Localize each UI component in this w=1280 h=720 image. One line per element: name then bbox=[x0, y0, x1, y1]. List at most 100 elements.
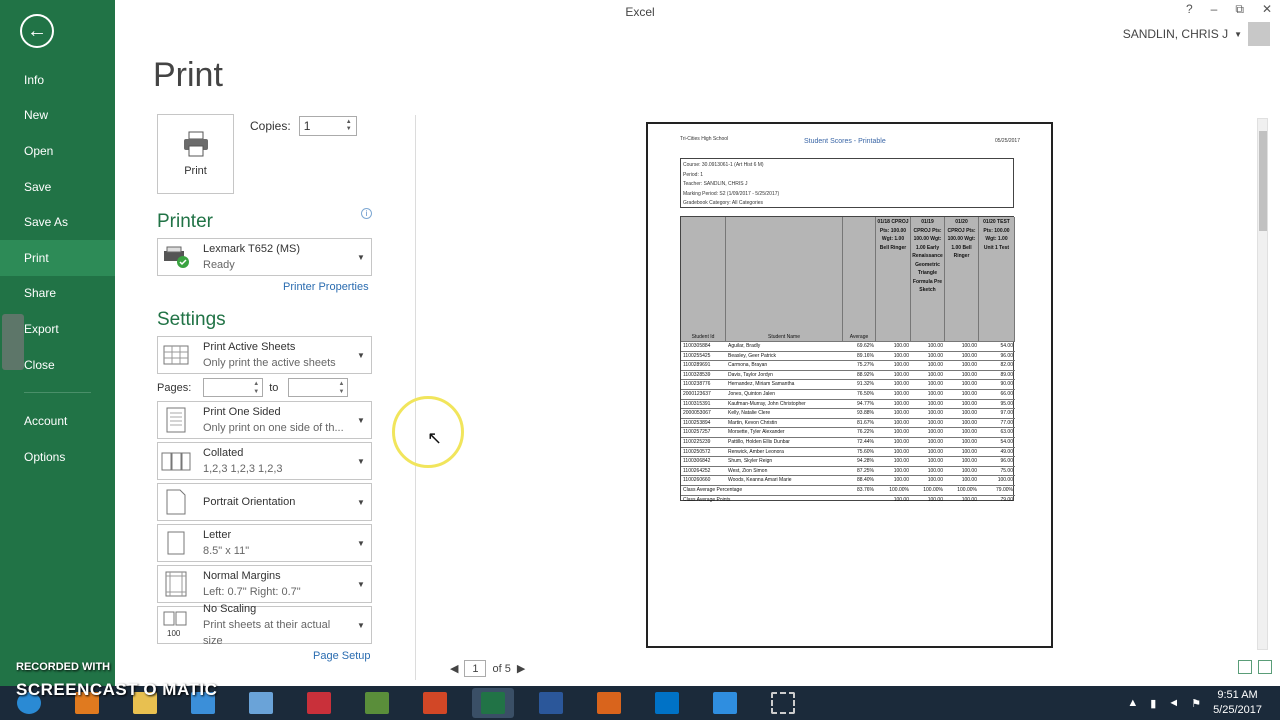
sidebar-item-print[interactable]: Print bbox=[0, 239, 115, 276]
taskbar-clock[interactable]: 9:51 AM 5/25/2017 bbox=[1213, 688, 1262, 718]
printer-select[interactable]: Lexmark T652 (MS) Ready ▼ bbox=[157, 238, 372, 276]
sidebar-item-save[interactable]: Save bbox=[0, 169, 115, 205]
preview-scrollbar[interactable] bbox=[1257, 118, 1268, 650]
table-row: Class Average Points 100.00 100.00 100.00 79… bbox=[681, 494, 1015, 505]
clock-time: 9:51 AM bbox=[1217, 689, 1258, 701]
table-cell: 100.00 bbox=[961, 496, 977, 503]
sides-select[interactable]: Print One Sided Only print on one side of… bbox=[157, 401, 372, 439]
table-cell: Martin, Kevon Christin bbox=[728, 419, 778, 426]
sidebar-item-info[interactable]: Info bbox=[0, 62, 115, 98]
stepper-arrows-icon[interactable]: ▲ ▼ bbox=[346, 119, 352, 133]
media-app-icon[interactable] bbox=[588, 688, 630, 718]
margins-select[interactable]: Normal Margins Left: 0.7" Right: 0.7" ▼ bbox=[157, 565, 372, 603]
volume-icon[interactable]: ◄ bbox=[1168, 697, 1179, 709]
page-setup-link[interactable]: Page Setup bbox=[313, 650, 371, 662]
sidebar-item-new[interactable]: New bbox=[0, 98, 115, 134]
table-cell: 100.00 bbox=[961, 467, 977, 474]
paint-icon[interactable] bbox=[240, 688, 282, 718]
table-cell: Beasley, Geer Patrick bbox=[728, 352, 776, 359]
current-page-input[interactable]: 1 bbox=[464, 660, 487, 677]
sidebar-item-save-as[interactable]: Save As bbox=[0, 204, 115, 240]
table-cell: 100.00 bbox=[893, 391, 909, 397]
paper-size-select[interactable]: Letter 8.5" x 11" ▼ bbox=[157, 524, 372, 562]
chevron-down-icon: ▼ bbox=[357, 620, 365, 630]
table-cell: 91.32% bbox=[857, 381, 874, 388]
screen-recorder-icon[interactable] bbox=[762, 688, 804, 718]
close-icon[interactable]: ✕ bbox=[1262, 2, 1272, 17]
powerpoint-icon[interactable] bbox=[414, 688, 456, 718]
zoom-to-page-icon[interactable] bbox=[1258, 660, 1272, 674]
table-cell: Class Average Points bbox=[683, 496, 731, 503]
sidebar-item-options[interactable]: Options bbox=[0, 439, 115, 475]
sidebar-item-share[interactable]: Share bbox=[0, 276, 115, 312]
copies-value: 1 bbox=[303, 119, 311, 133]
minimize-icon[interactable]: – bbox=[1211, 2, 1218, 17]
restore-icon[interactable]: ⧉ bbox=[1235, 2, 1244, 17]
pages-from-input[interactable] bbox=[203, 378, 264, 397]
table-cell: 100.00% bbox=[957, 487, 977, 493]
preview-header: Tri-Cities High School Student Scores - … bbox=[680, 136, 1020, 145]
tray-arrow-icon[interactable]: ▲ bbox=[1127, 697, 1138, 709]
excel-icon[interactable] bbox=[472, 688, 514, 718]
back-arrow-icon[interactable]: ← bbox=[20, 14, 54, 48]
table-cell: 100.00 bbox=[961, 477, 977, 484]
user-account[interactable]: SANDLIN, CHRIS J ▼ bbox=[1123, 22, 1270, 46]
print-preview-page: Tri-Cities High School Student Scores - … bbox=[646, 122, 1053, 648]
table-cell: 100.00 bbox=[893, 467, 909, 474]
next-page-icon[interactable]: ▶ bbox=[517, 662, 525, 675]
scaling-select[interactable]: 100 No Scaling Print sheets at their actu… bbox=[157, 603, 372, 647]
table-cell: Class Average Percentage bbox=[683, 487, 743, 493]
chevron-down-icon: ▼ bbox=[357, 415, 365, 425]
setting-label: No Scaling bbox=[203, 603, 257, 615]
table-cell: 100.00 bbox=[961, 343, 977, 349]
word-icon[interactable] bbox=[530, 688, 572, 718]
show-margins-icon[interactable] bbox=[1238, 660, 1252, 674]
scrollbar-thumb[interactable] bbox=[1259, 131, 1267, 231]
table-cell: 76.22% bbox=[857, 429, 874, 436]
table-cell: 100.00 bbox=[961, 429, 977, 436]
window-title: Excel bbox=[625, 5, 655, 19]
setting-description: Only print on one side of th... bbox=[203, 422, 344, 434]
print-what-select[interactable]: Print Active Sheets Only print the active… bbox=[157, 336, 372, 374]
network-icon[interactable]: ▮ bbox=[1150, 697, 1156, 710]
copies-stepper[interactable]: 1 ▲ ▼ bbox=[298, 116, 357, 136]
image-viewer-icon[interactable] bbox=[356, 688, 398, 718]
table-cell: 100.00 bbox=[893, 458, 909, 465]
table-cell: 100.00 bbox=[927, 419, 943, 426]
table-cell: 100.00% bbox=[923, 487, 943, 493]
table-cell: Hernandez, Miriam Samantha bbox=[728, 381, 795, 388]
table-cell: 100.00 bbox=[927, 352, 943, 359]
collation-select[interactable]: Collated 1,2,3 1,2,3 1,2,3 ▼ bbox=[157, 442, 372, 480]
table-cell: 1100305884 bbox=[683, 343, 711, 349]
printer-properties-link[interactable]: Printer Properties bbox=[283, 281, 369, 293]
table-cell: 100.00 bbox=[893, 429, 909, 436]
info-icon[interactable]: i bbox=[361, 208, 372, 219]
user-name: SANDLIN, CHRIS J bbox=[1122, 27, 1229, 41]
sidebar-item-account[interactable]: Account bbox=[0, 403, 115, 439]
chevron-down-icon: ▼ bbox=[357, 350, 365, 360]
print-button[interactable]: Print bbox=[157, 114, 234, 194]
pages-to-input[interactable] bbox=[288, 378, 349, 397]
dropbox-icon[interactable] bbox=[704, 688, 746, 718]
table-cell: 96.00 bbox=[1000, 352, 1013, 359]
snipping-tool-icon[interactable] bbox=[298, 688, 340, 718]
chevron-down-icon: ▼ bbox=[1234, 29, 1242, 39]
collated-icon bbox=[158, 443, 194, 479]
outlook-icon[interactable] bbox=[646, 688, 688, 718]
orientation-select[interactable]: Portrait Orientation ▼ bbox=[157, 483, 372, 521]
table-cell: 100.00 bbox=[927, 477, 943, 484]
table-cell: 96.00 bbox=[1000, 458, 1013, 465]
recorder-watermark-line2: SCREENCAST O MATIC bbox=[16, 680, 218, 699]
table-row: 1100238776 Hernandez, Miriam Samantha 91.3… bbox=[681, 379, 1015, 389]
table-header-cell: Student Id bbox=[681, 217, 726, 341]
sidebar-item-open[interactable]: Open bbox=[0, 133, 115, 169]
table-cell: 1100255425 bbox=[683, 352, 711, 359]
prev-page-icon[interactable]: ◀ bbox=[450, 662, 458, 675]
table-cell: 1100250572 bbox=[683, 448, 711, 455]
flag-icon[interactable]: ⚑ bbox=[1191, 697, 1201, 710]
chevron-down-icon: ▼ bbox=[357, 252, 365, 262]
help-icon[interactable]: ? bbox=[1186, 2, 1193, 17]
sheet-grid-icon bbox=[158, 337, 194, 373]
table-cell: Jones, Quinton Jalen bbox=[728, 391, 775, 397]
table-cell: 100.00 bbox=[961, 400, 977, 407]
